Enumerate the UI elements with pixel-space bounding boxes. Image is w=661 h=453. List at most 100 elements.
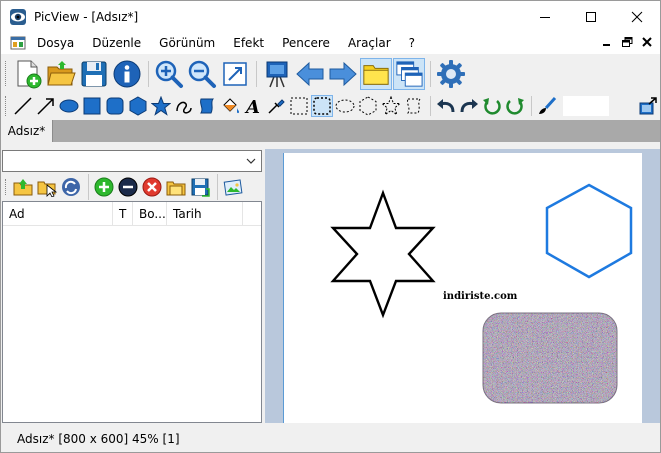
rectangle-tool-button[interactable]: [81, 95, 103, 117]
line-tool-button[interactable]: [12, 95, 34, 117]
select-hexagon-icon: [359, 96, 377, 116]
rounded-rectangle-tool-button[interactable]: [104, 95, 126, 117]
mdi-restore-button[interactable]: [620, 35, 634, 49]
refresh-icon: [62, 178, 80, 196]
canvas-viewport[interactable]: indiriste.com: [265, 149, 660, 423]
arrow-tool-button[interactable]: [35, 95, 57, 117]
star-select-button[interactable]: [380, 95, 402, 117]
star-tool-button[interactable]: [150, 95, 172, 117]
toolbar-grip[interactable]: [5, 96, 9, 116]
menu-duzenle[interactable]: Düzenle: [83, 32, 150, 54]
hexagon-tool-button[interactable]: [127, 95, 149, 117]
file-list[interactable]: Ad T Bo... Tarih: [2, 201, 262, 423]
brush-icon: [539, 96, 557, 114]
export-button[interactable]: [637, 95, 659, 117]
chevron-down-icon[interactable]: [244, 154, 258, 168]
mdi-close-button[interactable]: [640, 35, 654, 49]
preview-image-button[interactable]: [222, 176, 244, 198]
remove-button[interactable]: [117, 176, 139, 198]
mdi-minimize-button[interactable]: [600, 35, 614, 49]
delete-button[interactable]: [141, 176, 163, 198]
select-rectangle-icon: [290, 97, 308, 115]
ellipse-select-button[interactable]: [334, 95, 356, 117]
drawn-noise-rectangle[interactable]: [483, 313, 617, 403]
minimize-icon: [603, 44, 610, 46]
rotate-right-button[interactable]: [504, 95, 526, 117]
freehand-icon: [176, 101, 192, 114]
drawn-hexagon[interactable]: [545, 183, 633, 279]
hexagon-select-button[interactable]: [357, 95, 379, 117]
toolbar-grip[interactable]: [5, 178, 9, 196]
image-canvas[interactable]: indiriste.com: [283, 153, 642, 423]
line-icon: [14, 97, 32, 115]
hexagon-icon: [129, 96, 147, 116]
rotate-left-button[interactable]: [481, 95, 503, 117]
save-button[interactable]: [78, 58, 110, 90]
column-type[interactable]: T: [113, 202, 133, 226]
drawing-toolbar: A: [1, 92, 660, 120]
toolbar-grip[interactable]: [5, 60, 9, 87]
drawn-star[interactable]: [330, 189, 436, 319]
maximize-button[interactable]: [568, 1, 614, 32]
delete-icon: [142, 177, 162, 197]
path-combobox[interactable]: [2, 150, 262, 172]
add-button[interactable]: [93, 176, 115, 198]
freehand-tool-button[interactable]: [173, 95, 195, 117]
save-icon: [81, 61, 107, 86]
folder-up-button[interactable]: [12, 176, 34, 198]
menu-araclar[interactable]: Araçlar: [339, 32, 400, 54]
menu-pencere[interactable]: Pencere: [273, 32, 339, 54]
next-button[interactable]: [327, 58, 359, 90]
watermark-text: indiriste.com: [443, 291, 518, 302]
tab-adsiz[interactable]: Adsız*: [1, 120, 53, 142]
minimize-button[interactable]: [522, 1, 568, 32]
cascade-windows-button[interactable]: [393, 57, 425, 90]
brush-button[interactable]: [536, 95, 558, 117]
column-date[interactable]: Tarih: [167, 202, 243, 226]
menu-efekt[interactable]: Efekt: [224, 32, 273, 54]
zoom-out-button[interactable]: [186, 58, 218, 90]
document-window-icon[interactable]: [10, 35, 26, 51]
arrow-left-icon: [296, 61, 324, 86]
select-folder-button[interactable]: [36, 176, 58, 198]
save-list-button[interactable]: [189, 176, 211, 198]
rect-select-button[interactable]: [288, 95, 310, 117]
menu-gorunum[interactable]: Görünüm: [150, 32, 224, 54]
redo-button[interactable]: [458, 95, 480, 117]
folder-browser-button[interactable]: [360, 57, 392, 90]
folder-up-icon: [13, 179, 33, 196]
new-folder-button[interactable]: [165, 176, 187, 198]
crop-resize-icon: [223, 61, 247, 86]
shape-fill-tool-button[interactable]: [196, 95, 218, 117]
toolbar-separator: [148, 60, 149, 87]
refresh-button[interactable]: [60, 176, 82, 198]
menu-help[interactable]: ?: [400, 32, 424, 54]
undo-button[interactable]: [435, 95, 457, 117]
new-folder-icon: [166, 181, 186, 196]
column-ad[interactable]: Ad: [3, 202, 113, 226]
freeform-select-button[interactable]: [403, 95, 425, 117]
new-button[interactable]: [12, 58, 44, 90]
file-browser-toolbar: [1, 174, 263, 200]
menu-dosya[interactable]: Dosya: [28, 32, 83, 54]
fill-tool-button[interactable]: [219, 95, 241, 117]
previous-button[interactable]: [294, 58, 326, 90]
text-tool-button[interactable]: A: [242, 95, 264, 117]
info-button[interactable]: [111, 58, 143, 90]
close-button[interactable]: [614, 1, 660, 32]
toolbar-separator: [256, 60, 257, 87]
column-size[interactable]: Bo...: [133, 202, 167, 226]
resize-button[interactable]: [219, 58, 251, 90]
eyedropper-tool-button[interactable]: [265, 95, 287, 117]
slideshow-button[interactable]: [261, 58, 293, 90]
ellipse-tool-button[interactable]: [58, 95, 80, 117]
windows-cascade-icon: [396, 60, 423, 87]
rounded-select-button[interactable]: [311, 95, 333, 117]
file-browser-panel: Ad T Bo... Tarih: [1, 149, 263, 423]
save-list-icon: [191, 178, 210, 197]
color-picker-box[interactable]: [563, 96, 609, 116]
open-button[interactable]: [45, 58, 77, 90]
status-bar: Adsız* [800 x 600] 45% [1]: [1, 425, 660, 452]
settings-button[interactable]: [435, 58, 467, 90]
zoom-in-button[interactable]: [153, 58, 185, 90]
